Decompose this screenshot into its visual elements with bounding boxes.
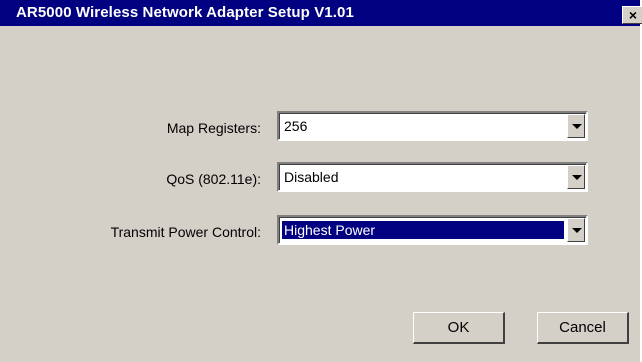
chevron-down-icon	[572, 124, 582, 129]
cancel-button[interactable]: Cancel	[537, 312, 629, 344]
transmit-power-value: Highest Power	[281, 220, 565, 240]
transmit-power-select[interactable]: Highest Power	[277, 215, 588, 245]
title-bar[interactable]: AR5000 Wireless Network Adapter Setup V1…	[0, 0, 642, 26]
window-title: AR5000 Wireless Network Adapter Setup V1…	[16, 4, 354, 21]
qos-label: QoS (802.11e):	[166, 171, 261, 187]
transmit-power-label: Transmit Power Control:	[110, 224, 261, 240]
map-registers-select[interactable]: 256	[277, 111, 588, 141]
map-registers-dropdown-button[interactable]	[567, 114, 585, 138]
ok-button[interactable]: OK	[413, 312, 505, 344]
qos-dropdown-button[interactable]	[567, 165, 585, 189]
transmit-power-dropdown-button[interactable]	[567, 218, 585, 242]
map-registers-value: 256	[284, 118, 308, 134]
map-registers-label: Map Registers:	[166, 120, 261, 136]
setup-dialog: AR5000 Wireless Network Adapter Setup V1…	[0, 0, 642, 362]
chevron-down-icon	[572, 175, 582, 180]
qos-value: Disabled	[284, 169, 339, 185]
close-button[interactable]: ×	[622, 6, 642, 24]
chevron-down-icon	[572, 228, 582, 233]
close-icon: ×	[628, 7, 638, 23]
qos-select[interactable]: Disabled	[277, 162, 588, 192]
